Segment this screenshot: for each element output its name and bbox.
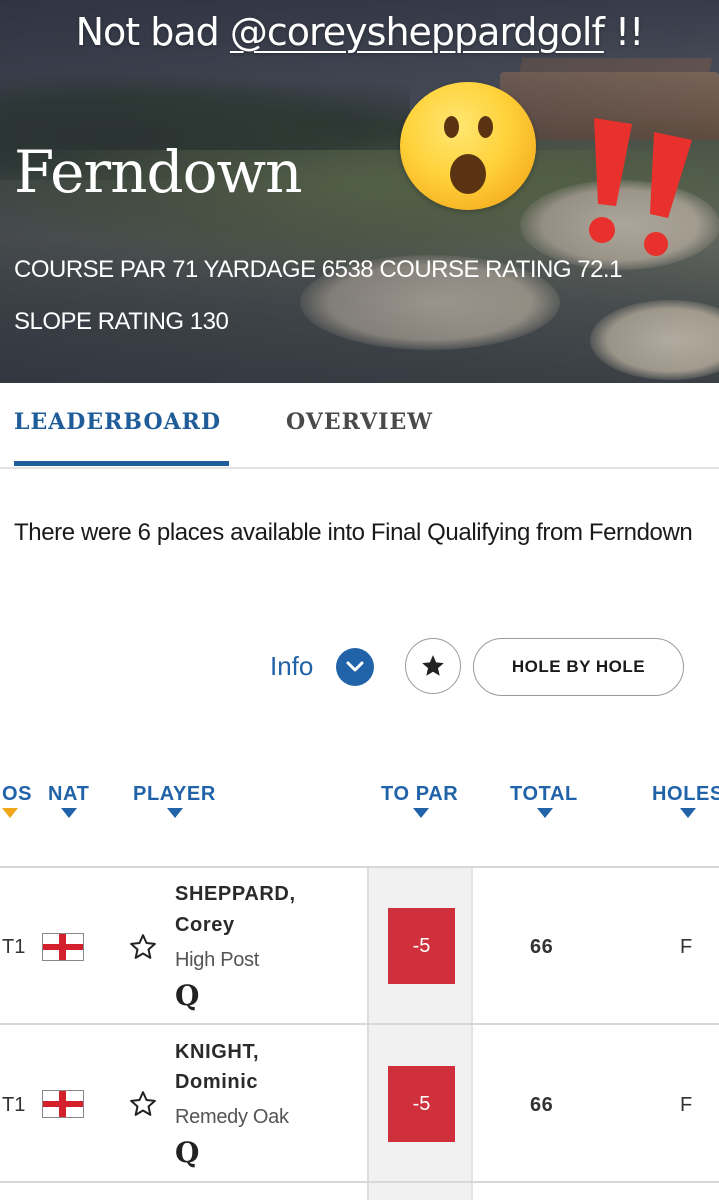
player-firstname[interactable]: Dominic [175,1067,258,1097]
england-flag-icon [42,933,84,961]
qualifying-info-text: There were 6 places available into Final… [14,519,693,546]
player-surname[interactable]: SHEPPARD, [175,879,296,909]
mention-link[interactable]: @coreysheppardgolf [230,10,605,54]
star-outline-icon[interactable] [128,1089,158,1119]
caption-prefix: Not bad [75,10,230,54]
caption-suffix: !! [603,10,644,54]
course-stats: COURSE PAR 71 YARDAGE 6538 COURSE RATING… [14,256,622,335]
qualified-badge: Q [175,1136,200,1169]
sort-arrow-icon[interactable] [680,808,696,818]
divider [0,866,719,868]
star-filled-icon [422,655,444,676]
sort-arrow-icon[interactable] [167,808,183,818]
holes-played: F [680,936,693,958]
star-outline-icon[interactable] [128,932,158,962]
total-score: 66 [530,936,554,958]
qualified-badge: Q [175,979,200,1012]
tab-leaderboard[interactable]: LEADERBOARD [14,409,221,435]
row-divider [0,1181,719,1183]
surprised-emoji-sticker [400,82,536,210]
england-flag-icon [42,1090,84,1118]
column-header-player[interactable]: PLAYER [133,783,216,806]
sort-arrow-icon[interactable] [537,808,553,818]
hole-by-hole-button[interactable]: HOLE BY HOLE [473,638,684,696]
tab-overview[interactable]: OVERVIEW [286,409,433,435]
course-title: Ferndown [14,138,303,206]
emoji-eye [478,116,493,138]
position-cell: T1 [2,1094,26,1116]
sort-arrow-icon[interactable] [2,808,18,818]
holes-played: F [680,1094,693,1116]
info-toggle-label[interactable]: Info [270,651,313,682]
sort-arrow-icon[interactable] [413,808,429,818]
column-header-total[interactable]: TOTAL [510,783,578,806]
exclamation-sticker-icon [589,118,692,256]
emoji-eye [444,116,459,138]
chevron-down-icon [346,661,364,672]
to-par-score: -5 [388,908,455,984]
player-club: Remedy Oak [175,1106,289,1128]
column-header-pos[interactable]: OS [2,783,32,806]
player-firstname[interactable]: Corey [175,910,235,940]
player-club: High Post [175,949,260,971]
position-cell: T1 [2,936,26,958]
active-tab-indicator [14,461,229,466]
row-divider [0,1023,719,1025]
emoji-mouth [450,154,486,194]
info-toggle-button[interactable] [336,648,374,686]
player-surname[interactable]: KNIGHT, [175,1037,259,1067]
sort-arrow-icon[interactable] [61,808,77,818]
story-caption: Not bad @coreysheppardgolf !! [0,10,719,54]
to-par-score: -5 [388,1066,455,1142]
column-header-holes[interactable]: HOLES [652,783,719,806]
column-header-to-par[interactable]: TO PAR [381,783,458,806]
total-score: 66 [530,1094,554,1116]
tab-bar: LEADERBOARD OVERVIEW [0,383,719,469]
column-header-nat[interactable]: NAT [48,783,89,806]
favorites-filter-button[interactable] [405,638,461,694]
